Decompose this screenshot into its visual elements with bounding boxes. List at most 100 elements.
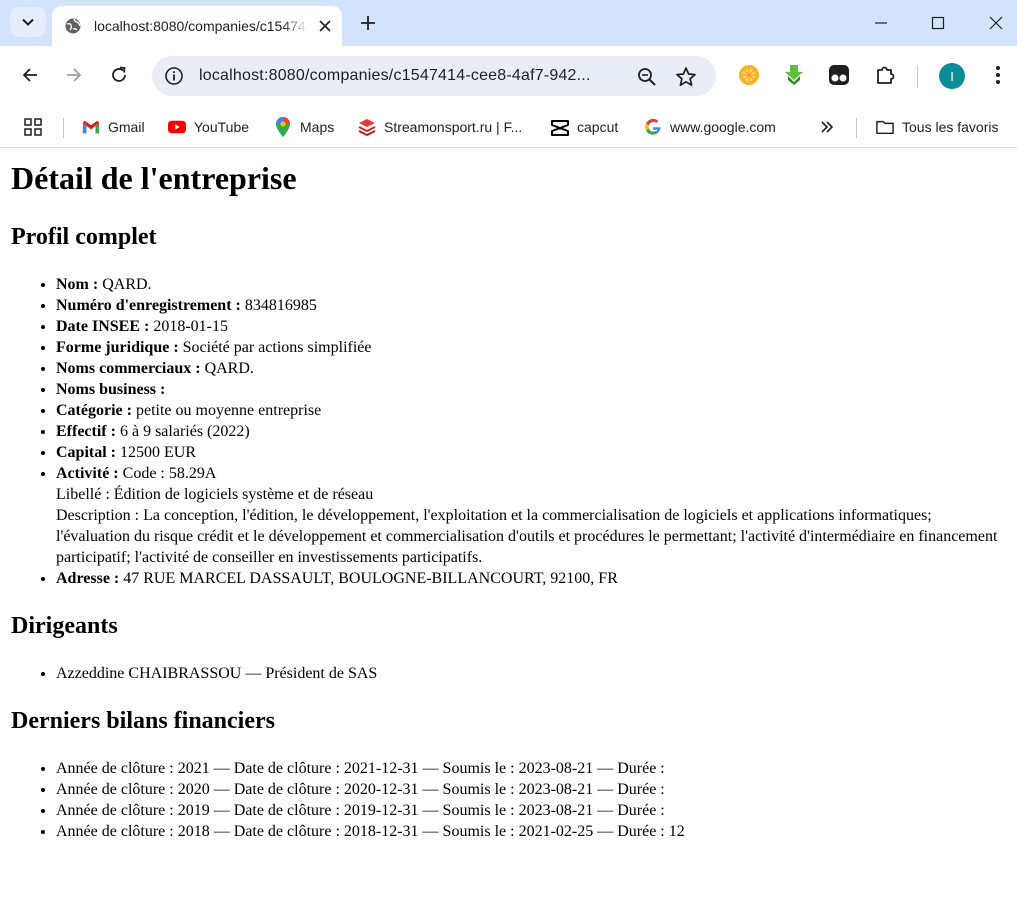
forward-button[interactable]	[61, 62, 87, 88]
dirigeant-item: Azzeddine CHAIBRASSOU — Président de SAS	[56, 663, 1007, 684]
active-tab[interactable]: localhost:8080/companies/c1547414-cee8-4…	[52, 6, 342, 46]
field-label: Nom :	[56, 276, 99, 293]
capcut-icon	[551, 118, 569, 136]
field-label: Noms commerciaux :	[56, 360, 201, 377]
profil-list: Nom : QARD. Numéro d'enregistrement : 83…	[10, 274, 1007, 589]
site-info-icon[interactable]	[164, 66, 184, 86]
page-title: Détail de l'entreprise	[11, 160, 297, 196]
activite-libelle: Libellé : Édition de logiciels système e…	[56, 486, 374, 503]
bilan-item: Année de clôture : 2020 — Date de clôtur…	[56, 779, 1007, 800]
profil-forme: Forme juridique : Société par actions si…	[56, 337, 1007, 358]
field-label: Adresse :	[56, 570, 120, 587]
browser-toolbar: localhost:8080/companies/c1547414-cee8-4…	[0, 46, 1017, 106]
bookmark-capcut[interactable]: capcut	[551, 115, 618, 139]
field-value: 47 RUE MARCEL DASSAULT, BOULOGNE-BILLANC…	[123, 570, 618, 587]
profil-numero: Numéro d'enregistrement : 834816985	[56, 295, 1007, 316]
bookmark-label: Streamonsport.ru | F...	[384, 119, 523, 135]
field-value: 2018-01-15	[153, 318, 228, 335]
field-label: Catégorie :	[56, 402, 132, 419]
address-bar[interactable]: localhost:8080/companies/c1547414-cee8-4…	[152, 56, 716, 96]
profil-categorie: Catégorie : petite ou moyenne entreprise	[56, 400, 1007, 421]
profile-avatar[interactable]: I	[939, 63, 965, 89]
field-label: Noms business :	[56, 381, 166, 398]
gmail-icon	[82, 118, 100, 136]
bilan-item: Année de clôture : 2019 — Date de clôtur…	[56, 800, 1007, 821]
bookmark-gmail[interactable]: Gmail	[82, 115, 145, 139]
bookmarks-bar: Gmail YouTube Maps Streamonsport.ru | F.…	[0, 106, 1017, 148]
close-window-button[interactable]	[981, 8, 1011, 38]
field-label: Date INSEE :	[56, 318, 150, 335]
bookmark-star-icon[interactable]	[674, 65, 698, 89]
field-value: 6 à 9 salariés (2022)	[119, 423, 250, 440]
bookmarks-divider	[63, 118, 64, 138]
maximize-button[interactable]	[923, 8, 953, 38]
youtube-icon	[168, 118, 186, 136]
field-label: Activité :	[56, 465, 119, 482]
toolbar-divider	[917, 66, 918, 88]
profil-date: Date INSEE : 2018-01-15	[56, 316, 1007, 337]
maps-icon	[274, 117, 292, 137]
profil-nom: Nom : QARD.	[56, 274, 1007, 295]
field-value: petite ou moyenne entreprise	[135, 402, 322, 419]
field-value: QARD.	[102, 276, 152, 293]
close-tab-icon[interactable]	[316, 17, 334, 35]
streamonsport-icon	[358, 118, 376, 136]
page-content: Détail de l'entreprise Profil complet No…	[0, 158, 1017, 842]
maximize-icon	[931, 16, 945, 30]
profil-effectif: Effectif : 6 à 9 salariés (2022)	[56, 421, 1007, 442]
profil-heading: Profil complet	[11, 224, 157, 250]
apps-button[interactable]	[24, 115, 50, 139]
new-tab-button[interactable]	[356, 11, 380, 35]
dirigeants-heading: Dirigeants	[11, 613, 118, 639]
reload-icon	[112, 66, 126, 82]
minimize-icon	[875, 22, 887, 24]
tab-strip: localhost:8080/companies/c1547414-cee8-4…	[0, 0, 1017, 46]
bookmark-label: www.google.com	[670, 119, 776, 135]
more-menu-icon[interactable]	[986, 63, 1010, 87]
bookmark-label: Gmail	[108, 119, 145, 135]
chevron-down-icon	[22, 18, 34, 26]
extensions-puzzle-icon[interactable]	[873, 63, 897, 87]
bilan-item: Année de clôture : 2021 — Date de clôtur…	[56, 758, 1007, 779]
apps-grid-icon	[24, 118, 42, 136]
field-label: Forme juridique :	[56, 339, 179, 356]
profil-activite: Activité : Code : 58.29A Libellé : Éditio…	[56, 463, 1007, 568]
globe-icon	[64, 17, 82, 35]
bookmark-label: YouTube	[194, 119, 250, 135]
dirigeants-list: Azzeddine CHAIBRASSOU — Président de SAS	[10, 663, 1007, 684]
chevron-double-right-icon	[818, 118, 836, 136]
orange-extension-icon[interactable]	[737, 63, 761, 87]
reload-button[interactable]	[106, 62, 132, 88]
field-value: 834816985	[244, 297, 317, 314]
field-value: 12500 EUR	[120, 444, 196, 461]
bilans-list: Année de clôture : 2021 — Date de clôtur…	[10, 758, 1007, 842]
bookmark-google[interactable]: www.google.com	[644, 115, 776, 139]
bookmark-youtube[interactable]: YouTube	[168, 115, 249, 139]
plus-icon	[361, 16, 375, 30]
bookmarks-overflow-button[interactable]	[818, 115, 844, 139]
back-button[interactable]	[17, 62, 43, 88]
url-text[interactable]: localhost:8080/companies/c1547414-cee8-4…	[199, 67, 591, 85]
profil-noms-commerciaux: Noms commerciaux : QARD.	[56, 358, 1007, 379]
download-extension-icon[interactable]	[782, 63, 806, 87]
bilans-heading: Derniers bilans financiers	[11, 708, 275, 734]
profil-capital: Capital : 12500 EUR	[56, 442, 1007, 463]
bookmark-maps[interactable]: Maps	[274, 115, 334, 139]
activite-code: Code : 58.29A	[122, 465, 217, 482]
bookmark-streamonsport[interactable]: Streamonsport.ru | F...	[358, 115, 522, 139]
folder-icon	[876, 118, 894, 136]
close-icon	[989, 16, 1003, 30]
minimize-button[interactable]	[866, 8, 896, 38]
tab-search-button[interactable]	[10, 7, 46, 37]
activite-description: Description : La conception, l'édition, …	[56, 507, 998, 566]
zoom-icon[interactable]	[636, 66, 658, 88]
field-label: Effectif :	[56, 423, 116, 440]
all-bookmarks-folder[interactable]: Tous les favoris	[876, 115, 998, 139]
bilan-item: Année de clôture : 2018 — Date de clôtur…	[56, 821, 1007, 842]
bookmark-label: capcut	[577, 119, 619, 135]
profil-noms-business: Noms business :	[56, 379, 1007, 400]
bookmark-label: Tous les favoris	[902, 119, 999, 135]
tampermonkey-icon[interactable]	[827, 63, 851, 87]
google-icon	[644, 118, 662, 136]
field-label: Capital :	[56, 444, 116, 461]
